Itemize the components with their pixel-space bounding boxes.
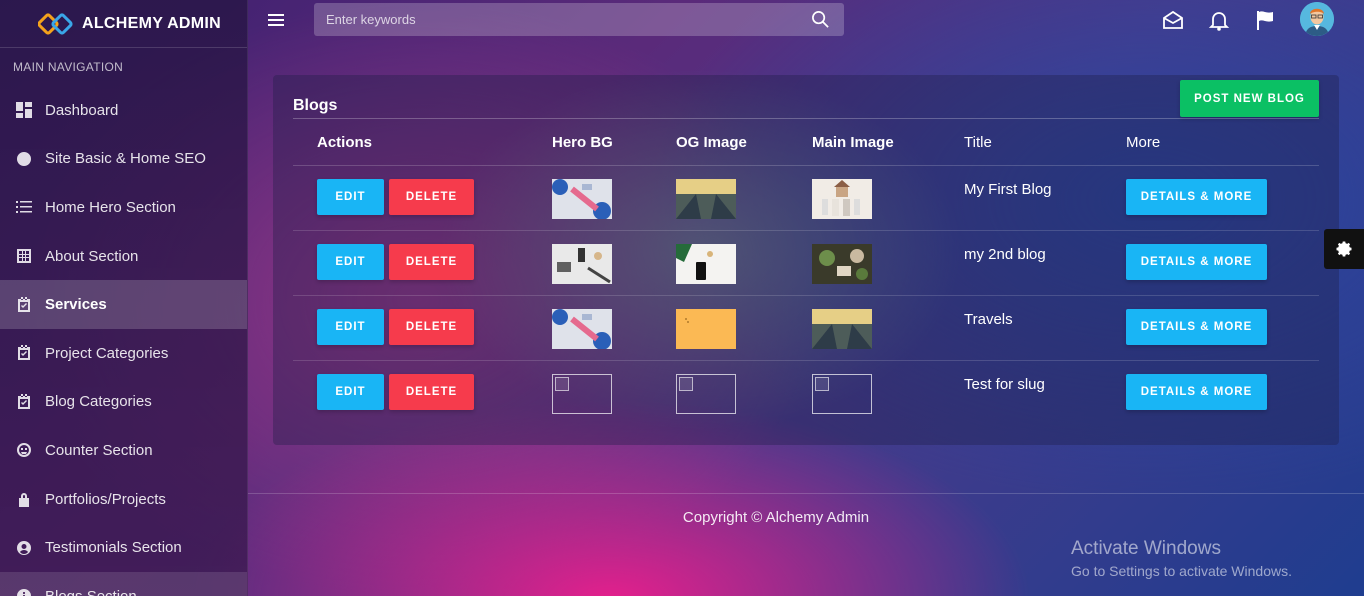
brand[interactable]: ALCHEMY ADMIN — [0, 0, 247, 48]
sidebar-item-dashboard[interactable]: Dashboard — [0, 86, 247, 135]
flag-icon[interactable] — [1254, 8, 1278, 32]
hamburger-menu-icon[interactable] — [268, 11, 288, 31]
avatar[interactable] — [1300, 2, 1334, 36]
bell-icon[interactable] — [1207, 8, 1231, 32]
blog-title: my 2nd blog — [940, 230, 1102, 296]
details-more-button[interactable]: DETAILS & MORE — [1126, 309, 1267, 345]
main-image-thumbnail[interactable] — [812, 309, 872, 349]
grid-icon — [15, 247, 33, 265]
main-image-broken-image-icon[interactable] — [812, 374, 872, 414]
column-header-main-image: Main Image — [788, 118, 940, 166]
column-header-og-image: OG Image — [652, 118, 788, 166]
search-input[interactable] — [314, 3, 844, 36]
edit-button[interactable]: EDIT — [317, 179, 384, 215]
card-title: Blogs — [293, 97, 338, 114]
column-header-hero-bg: Hero BG — [528, 118, 652, 166]
main-image-thumbnail[interactable] — [812, 179, 872, 219]
windows-activation-subtitle: Go to Settings to activate Windows. — [1071, 563, 1292, 579]
main-image-thumbnail[interactable] — [812, 244, 872, 284]
hero-bg-thumbnail[interactable] — [552, 309, 612, 349]
sidebar-item-label: Testimonials Section — [45, 539, 182, 557]
info-icon — [15, 587, 33, 596]
brand-name: ALCHEMY ADMIN — [82, 14, 222, 32]
sidebar-item-label: Project Categories — [45, 344, 169, 362]
og-image-thumbnail[interactable] — [676, 244, 736, 284]
sidebar-item-project-categories[interactable]: Project Categories — [0, 329, 247, 378]
edit-button[interactable]: EDIT — [317, 374, 384, 410]
hero-bg-thumbnail[interactable] — [552, 244, 612, 284]
mail-icon[interactable] — [1161, 8, 1185, 32]
sidebar-item-label: Blog Categories — [45, 393, 152, 411]
sidebar-item-blog-categories[interactable]: Blog Categories — [0, 378, 247, 427]
og-image-thumbnail[interactable] — [676, 179, 736, 219]
nav-heading: MAIN NAVIGATION — [13, 60, 124, 74]
blogs-card: Blogs POST NEW BLOG Actions Hero BG OG I… — [273, 75, 1339, 445]
sidebar-item-home-hero[interactable]: Home Hero Section — [0, 183, 247, 232]
sidebar-item-testimonials[interactable]: Testimonials Section — [0, 523, 247, 572]
og-image-thumbnail[interactable] — [676, 309, 736, 349]
delete-button[interactable]: DELETE — [389, 309, 474, 345]
details-more-button[interactable]: DETAILS & MORE — [1126, 244, 1267, 280]
table-row: EDIT DELETE My First Blog DETAILS & MORE — [293, 165, 1319, 231]
sidebar-item-label: Home Hero Section — [45, 198, 176, 216]
column-header-more: More — [1102, 118, 1319, 166]
column-header-title: Title — [940, 118, 1102, 166]
calendar-check-icon — [15, 344, 33, 362]
post-new-blog-button[interactable]: POST NEW BLOG — [1180, 80, 1319, 117]
details-more-button[interactable]: DETAILS & MORE — [1126, 374, 1267, 410]
copyright-text: Copyright © Alchemy Admin — [682, 509, 870, 526]
search-icon[interactable] — [811, 10, 830, 29]
user-circle-icon — [15, 539, 33, 557]
delete-button[interactable]: DELETE — [389, 179, 474, 215]
table-row: EDIT DELETE Test for slug DETAILS & MORE — [293, 361, 1319, 426]
sidebar: ALCHEMY ADMIN MAIN NAVIGATION Dashboard … — [0, 0, 248, 596]
calendar-check-icon — [15, 393, 33, 411]
details-more-button[interactable]: DETAILS & MORE — [1126, 179, 1267, 215]
sidebar-item-label: About Section — [45, 247, 139, 265]
sidebar-item-site-basic[interactable]: Site Basic & Home SEO — [0, 135, 247, 184]
contrast-icon — [15, 150, 33, 168]
sidebar-item-label: Blogs Section — [45, 588, 137, 596]
blog-title: Travels — [940, 295, 1102, 361]
column-header-actions: Actions — [293, 118, 528, 166]
footer-divider — [248, 493, 1364, 494]
hero-bg-thumbnail[interactable] — [552, 179, 612, 219]
sidebar-item-label: Services — [45, 296, 107, 314]
sidebar-item-counter[interactable]: Counter Section — [0, 426, 247, 475]
hero-bg-broken-image-icon[interactable] — [552, 374, 612, 414]
sidebar-item-blogs[interactable]: Blogs Section — [0, 571, 247, 596]
windows-activation-title: Activate Windows — [1071, 538, 1221, 559]
blogs-table: Actions Hero BG OG Image Main Image Titl… — [293, 118, 1319, 426]
sidebar-item-label: Counter Section — [45, 441, 153, 459]
sidebar-item-label: Dashboard — [45, 101, 119, 119]
blog-title: Test for slug — [964, 376, 1045, 393]
table-header-row: Actions Hero BG OG Image Main Image Titl… — [293, 118, 1319, 166]
edit-button[interactable]: EDIT — [317, 244, 384, 280]
sidebar-item-services[interactable]: Services — [0, 280, 247, 329]
sidebar-item-label: Site Basic & Home SEO — [45, 150, 206, 168]
chain-link-logo — [38, 12, 73, 35]
settings-gear-icon[interactable] — [1324, 229, 1364, 269]
delete-button[interactable]: DELETE — [389, 244, 474, 280]
blog-title: My First Blog — [940, 165, 1102, 231]
sidebar-item-about[interactable]: About Section — [0, 232, 247, 281]
calendar-check-icon — [15, 296, 33, 314]
smile-icon — [15, 441, 33, 459]
table-row: EDIT DELETE Travels DETAILS & MORE — [293, 295, 1319, 361]
lock-icon — [15, 490, 33, 508]
table-row: EDIT DELETE my 2nd blog DETAILS & MORE — [293, 230, 1319, 296]
og-image-broken-image-icon[interactable] — [676, 374, 736, 414]
list-icon — [15, 198, 33, 216]
dashboard-icon — [15, 101, 33, 119]
search-bar — [314, 3, 844, 36]
topbar — [248, 0, 1364, 48]
sidebar-item-portfolios[interactable]: Portfolios/Projects — [0, 475, 247, 524]
edit-button[interactable]: EDIT — [317, 309, 384, 345]
delete-button[interactable]: DELETE — [389, 374, 474, 410]
sidebar-item-label: Portfolios/Projects — [45, 490, 166, 508]
